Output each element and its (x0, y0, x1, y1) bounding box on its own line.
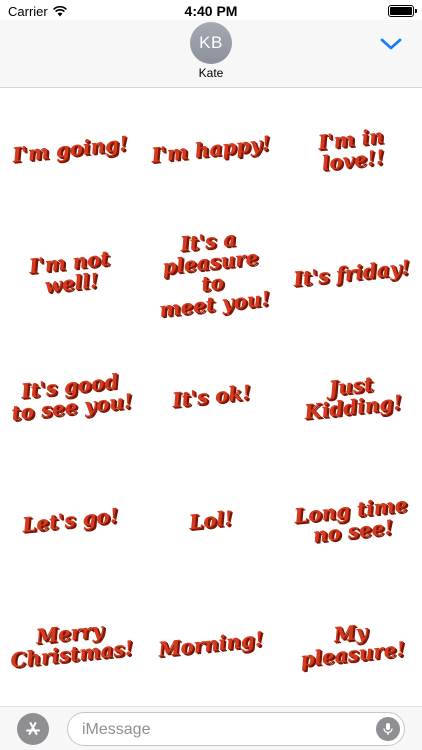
collapse-button[interactable] (378, 35, 404, 53)
app-store-button[interactable] (17, 713, 49, 745)
sticker-my-pleasure[interactable]: My pleasure! (281, 582, 422, 706)
sticker-im-going[interactable]: I'm going! (0, 88, 141, 212)
sticker-text: Long time no see! (292, 491, 409, 547)
sticker-text: I'm in love!! (316, 123, 386, 175)
sticker-morning[interactable]: Morning! (141, 582, 282, 706)
sticker-text: Merry Christmas! (8, 617, 134, 673)
message-input[interactable] (82, 719, 362, 741)
chevron-down-icon (380, 38, 402, 50)
conversation-header: KB Kate (0, 20, 422, 88)
sticker-text: I'm not well! (27, 246, 111, 299)
avatar-initials: KB (199, 33, 223, 52)
contact-name[interactable]: Kate (0, 66, 422, 80)
sticker-grid: I'm going! I'm happy! I'm in love!! I'm … (0, 88, 422, 706)
app-store-icon (26, 722, 40, 735)
sticker-text: I'm happy! (150, 131, 272, 168)
sticker-text: It's friday! (292, 254, 412, 291)
sticker-text: Morning! (157, 626, 265, 662)
dictation-button[interactable] (376, 717, 400, 741)
sticker-long-time-no-see[interactable]: Long time no see! (281, 459, 422, 583)
sticker-text: Let's go! (21, 503, 120, 538)
battery-icon (388, 5, 417, 17)
sticker-lol[interactable]: Lol! (141, 459, 282, 583)
contact-avatar[interactable]: KB (190, 22, 232, 64)
message-input-bar (0, 706, 422, 750)
sticker-im-not-well[interactable]: I'm not well! (0, 212, 141, 336)
sticker-text: It's ok! (170, 380, 252, 413)
sticker-text: My pleasure! (299, 619, 407, 672)
clock: 4:40 PM (184, 3, 238, 19)
sticker-text: I'm going! (11, 131, 130, 168)
sticker-its-friday[interactable]: It's friday! (281, 212, 422, 336)
sticker-pleasure-to-meet-you[interactable]: It's a pleasure to meet you! (141, 212, 282, 336)
sticker-its-ok[interactable]: It's ok! (141, 335, 282, 459)
microphone-icon (383, 723, 393, 735)
sticker-text: It's a pleasure to meet you! (157, 226, 271, 322)
imessage-field[interactable] (67, 712, 405, 746)
sticker-text: Just Kidding! (302, 371, 403, 424)
sticker-text: It's good to see you! (9, 369, 134, 426)
sticker-im-happy[interactable]: I'm happy! (141, 88, 282, 212)
sticker-just-kidding[interactable]: Just Kidding! (281, 335, 422, 459)
sticker-merry-christmas[interactable]: Merry Christmas! (0, 582, 141, 706)
sticker-im-in-love[interactable]: I'm in love!! (281, 88, 422, 212)
sticker-text: Lol! (187, 505, 234, 535)
status-bar: Carrier 4:40 PM (0, 0, 422, 22)
sticker-lets-go[interactable]: Let's go! (0, 459, 141, 583)
sticker-good-to-see-you[interactable]: It's good to see you! (0, 335, 141, 459)
